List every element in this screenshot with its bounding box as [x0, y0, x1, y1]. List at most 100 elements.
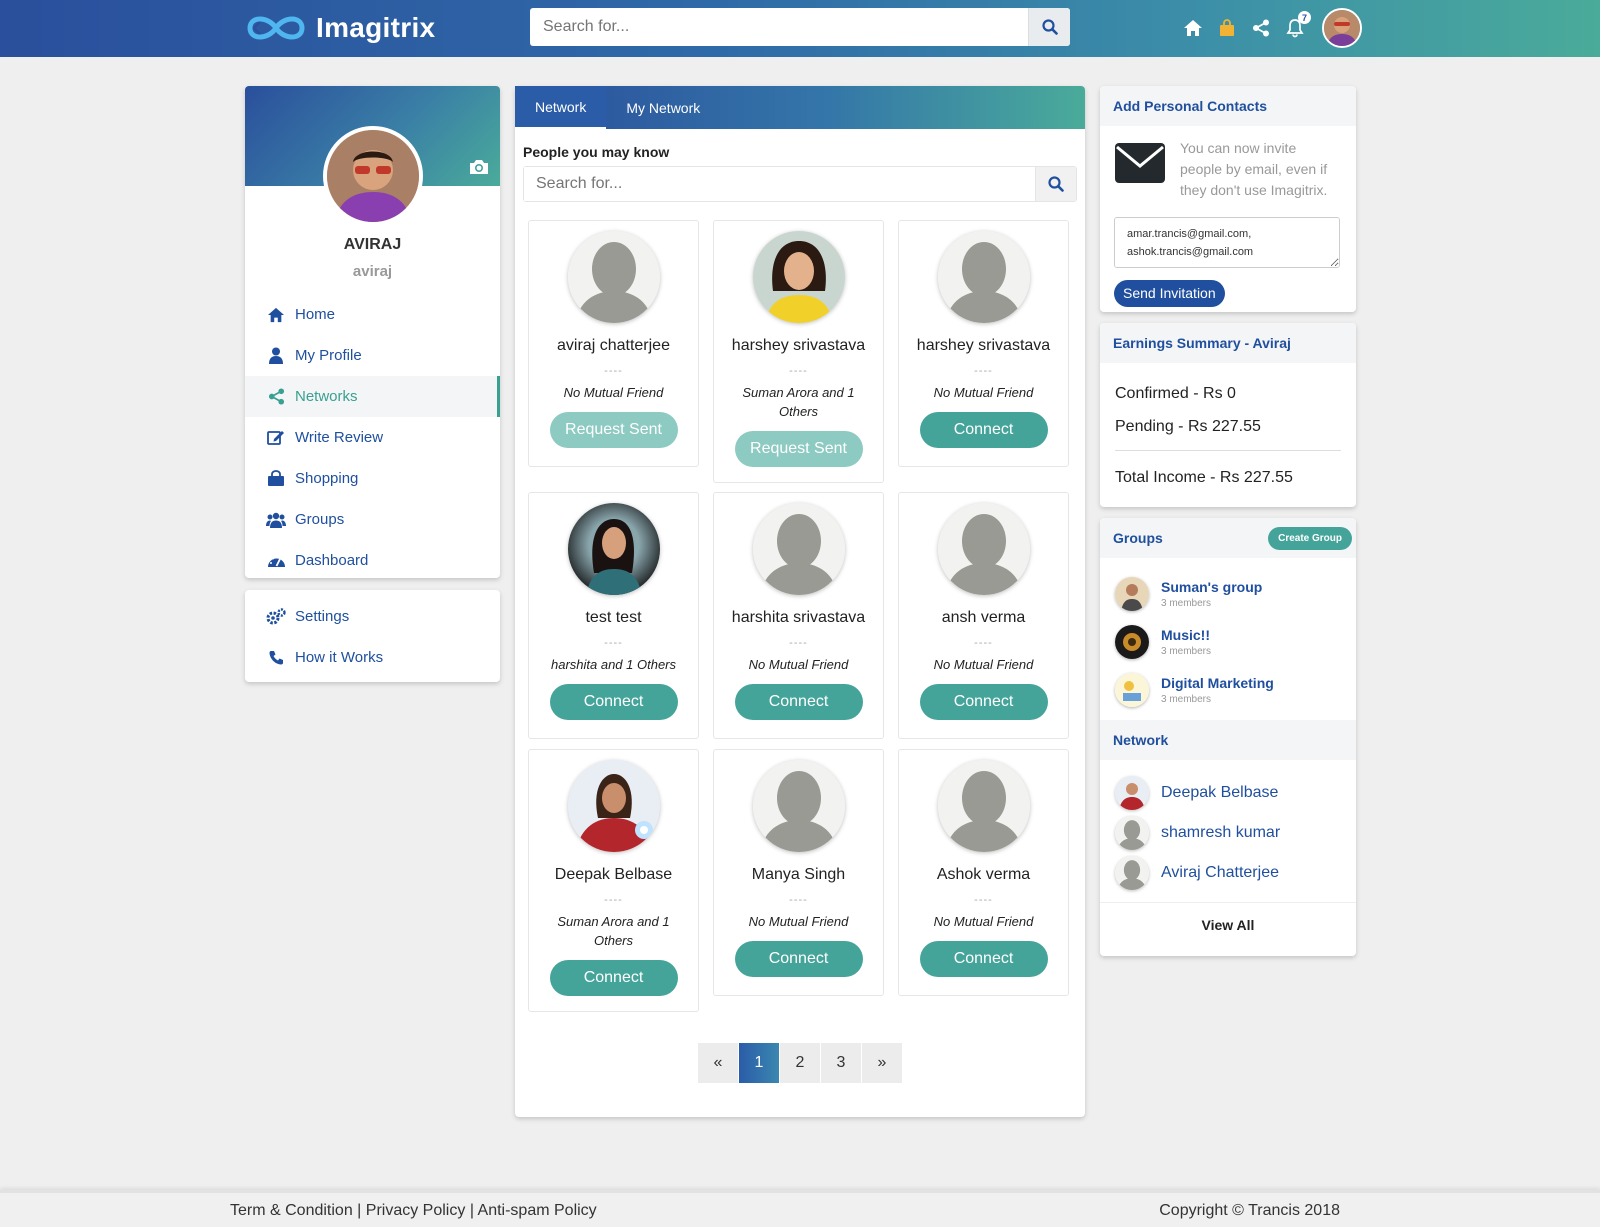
change-cover-button[interactable] [468, 158, 490, 181]
network-avatar [1115, 856, 1149, 890]
tab-network[interactable]: Network [515, 86, 607, 129]
search-icon [1042, 19, 1058, 35]
mutual-friends: No Mutual Friend [748, 657, 849, 672]
sidebar-item-label: How it Works [295, 649, 384, 666]
person-avatar[interactable] [937, 503, 1030, 595]
group-item[interactable]: Music!! 3 members [1100, 618, 1356, 666]
person-avatar[interactable] [567, 231, 660, 323]
header-actions: 7 [1176, 8, 1362, 48]
contacts-card: Add Personal Contacts You can now invite… [1100, 86, 1356, 312]
sidebar-item-settings[interactable]: Settings [245, 596, 500, 637]
brand-logo[interactable]: Imagitrix [244, 12, 435, 44]
person-avatar[interactable] [567, 503, 660, 595]
person-avatar[interactable] [937, 760, 1030, 852]
person-avatar[interactable] [567, 760, 660, 852]
person-avatar[interactable] [752, 503, 845, 595]
notification-badge: 7 [1298, 11, 1311, 24]
notifications-button[interactable]: 7 [1278, 8, 1312, 48]
person-name[interactable]: ansh verma [899, 609, 1068, 627]
request-sent-button[interactable]: Request Sent [734, 431, 863, 467]
person-name[interactable]: harshey srivastava [899, 337, 1068, 355]
mutual-friends: No Mutual Friend [748, 914, 849, 929]
connect-button[interactable]: Connect [919, 412, 1048, 448]
avatar-photo [1115, 625, 1149, 659]
user-icon [265, 347, 287, 364]
person-name[interactable]: harshita srivastava [714, 609, 883, 627]
network-item[interactable]: shamresh kumar [1100, 813, 1356, 853]
sidebar-item-dashboard[interactable]: Dashboard [245, 540, 500, 578]
header-search-button[interactable] [1028, 8, 1070, 46]
shopping-button[interactable] [1210, 8, 1244, 48]
header-search-input[interactable] [530, 8, 1028, 46]
sidebar-item-my-profile[interactable]: My Profile [245, 335, 500, 376]
pagination-page-1[interactable]: 1 [739, 1043, 779, 1083]
person-avatar[interactable] [937, 231, 1030, 323]
people-search-input[interactable] [524, 167, 1035, 201]
person-separator: ---- [789, 365, 808, 377]
secondary-nav-card: Settings How it Works [245, 590, 500, 682]
network-tabs: Network My Network [515, 86, 1085, 129]
person-separator: ---- [604, 894, 623, 906]
network-panel: Network My Network People you may know a… [515, 86, 1085, 1117]
mutual-friends: harshita and 1 Others [550, 657, 677, 672]
network-item[interactable]: Deepak Belbase [1100, 773, 1356, 813]
request-sent-button[interactable]: Request Sent [549, 412, 678, 448]
user-placeholder-icon [1115, 856, 1149, 890]
person-separator: ---- [974, 365, 993, 377]
connect-button[interactable]: Connect [919, 684, 1048, 720]
person-name[interactable]: Ashok verma [899, 866, 1068, 884]
footer: Term & Condition | Privacy Policy | Anti… [0, 1190, 1600, 1227]
group-item[interactable]: Suman's group 3 members [1100, 570, 1356, 618]
person-name[interactable]: test test [529, 609, 698, 627]
tab-my-network[interactable]: My Network [606, 86, 720, 129]
invite-emails-field[interactable]: amar.trancis@gmail.com, ashok.trancis@gm… [1114, 217, 1340, 268]
connect-button[interactable]: Connect [734, 684, 863, 720]
person-card: harshey srivastava ---- No Mutual Friend… [898, 220, 1069, 467]
view-all-link[interactable]: View All [1100, 902, 1356, 947]
person-avatar[interactable] [752, 231, 845, 323]
person-name[interactable]: Deepak Belbase [529, 866, 698, 884]
sidebar-item-home[interactable]: Home [245, 294, 500, 335]
sidebar-item-label: Groups [295, 511, 345, 528]
create-group-button[interactable]: Create Group [1268, 527, 1352, 550]
connect-button[interactable]: Connect [734, 941, 863, 977]
people-search [523, 166, 1077, 202]
sidebar-item-groups[interactable]: Groups [245, 499, 500, 540]
send-invitation-button[interactable]: Send Invitation [1114, 280, 1225, 307]
connect-button[interactable]: Connect [919, 941, 1048, 977]
invite-description: You can now invite people by email, even… [1180, 140, 1328, 198]
pagination-page-2[interactable]: 2 [780, 1043, 820, 1083]
user-placeholder-icon [753, 760, 845, 852]
connect-button[interactable]: Connect [549, 684, 678, 720]
header-user-avatar[interactable] [1322, 8, 1362, 48]
earnings-confirmed: Confirmed - Rs 0 [1115, 385, 1236, 402]
pagination-prev[interactable]: « [698, 1043, 738, 1083]
pagination-next[interactable]: » [862, 1043, 902, 1083]
sidebar-item-write-review[interactable]: Write Review [245, 417, 500, 458]
network-list: Deepak Belbase shamresh kumar Aviraj Cha… [1100, 760, 1356, 902]
connect-button[interactable]: Connect [549, 960, 678, 996]
pagination-page-3[interactable]: 3 [821, 1043, 861, 1083]
earnings-pending: Pending - Rs 227.55 [1115, 418, 1261, 435]
footer-link-privacy[interactable]: Privacy Policy [366, 1202, 466, 1219]
person-name[interactable]: aviraj chatterjee [529, 337, 698, 355]
camera-icon [470, 160, 488, 174]
home-button[interactable] [1176, 8, 1210, 48]
share-button[interactable] [1244, 8, 1278, 48]
sidebar-item-shopping[interactable]: Shopping [245, 458, 500, 499]
invite-body: You can now invite people by email, even… [1100, 126, 1356, 201]
person-name[interactable]: harshey srivastava [714, 337, 883, 355]
person-avatar[interactable] [752, 760, 845, 852]
footer-link-terms[interactable]: Term & Condition [230, 1202, 353, 1219]
footer-link-antispam[interactable]: Anti-spam Policy [478, 1202, 597, 1219]
network-item[interactable]: Aviraj Chatterjee [1100, 853, 1356, 893]
person-name[interactable]: Manya Singh [714, 866, 883, 884]
sidebar-item-how-it-works[interactable]: How it Works [245, 637, 500, 678]
people-search-button[interactable] [1035, 167, 1076, 201]
user-placeholder-icon [938, 231, 1030, 323]
sidebar-item-networks[interactable]: Networks [245, 376, 500, 417]
group-item[interactable]: Digital Marketing 3 members [1100, 666, 1356, 714]
person-card: test test ---- harshita and 1 Others Con… [528, 492, 699, 739]
user-placeholder-icon [753, 503, 845, 595]
profile-avatar[interactable] [323, 126, 423, 226]
